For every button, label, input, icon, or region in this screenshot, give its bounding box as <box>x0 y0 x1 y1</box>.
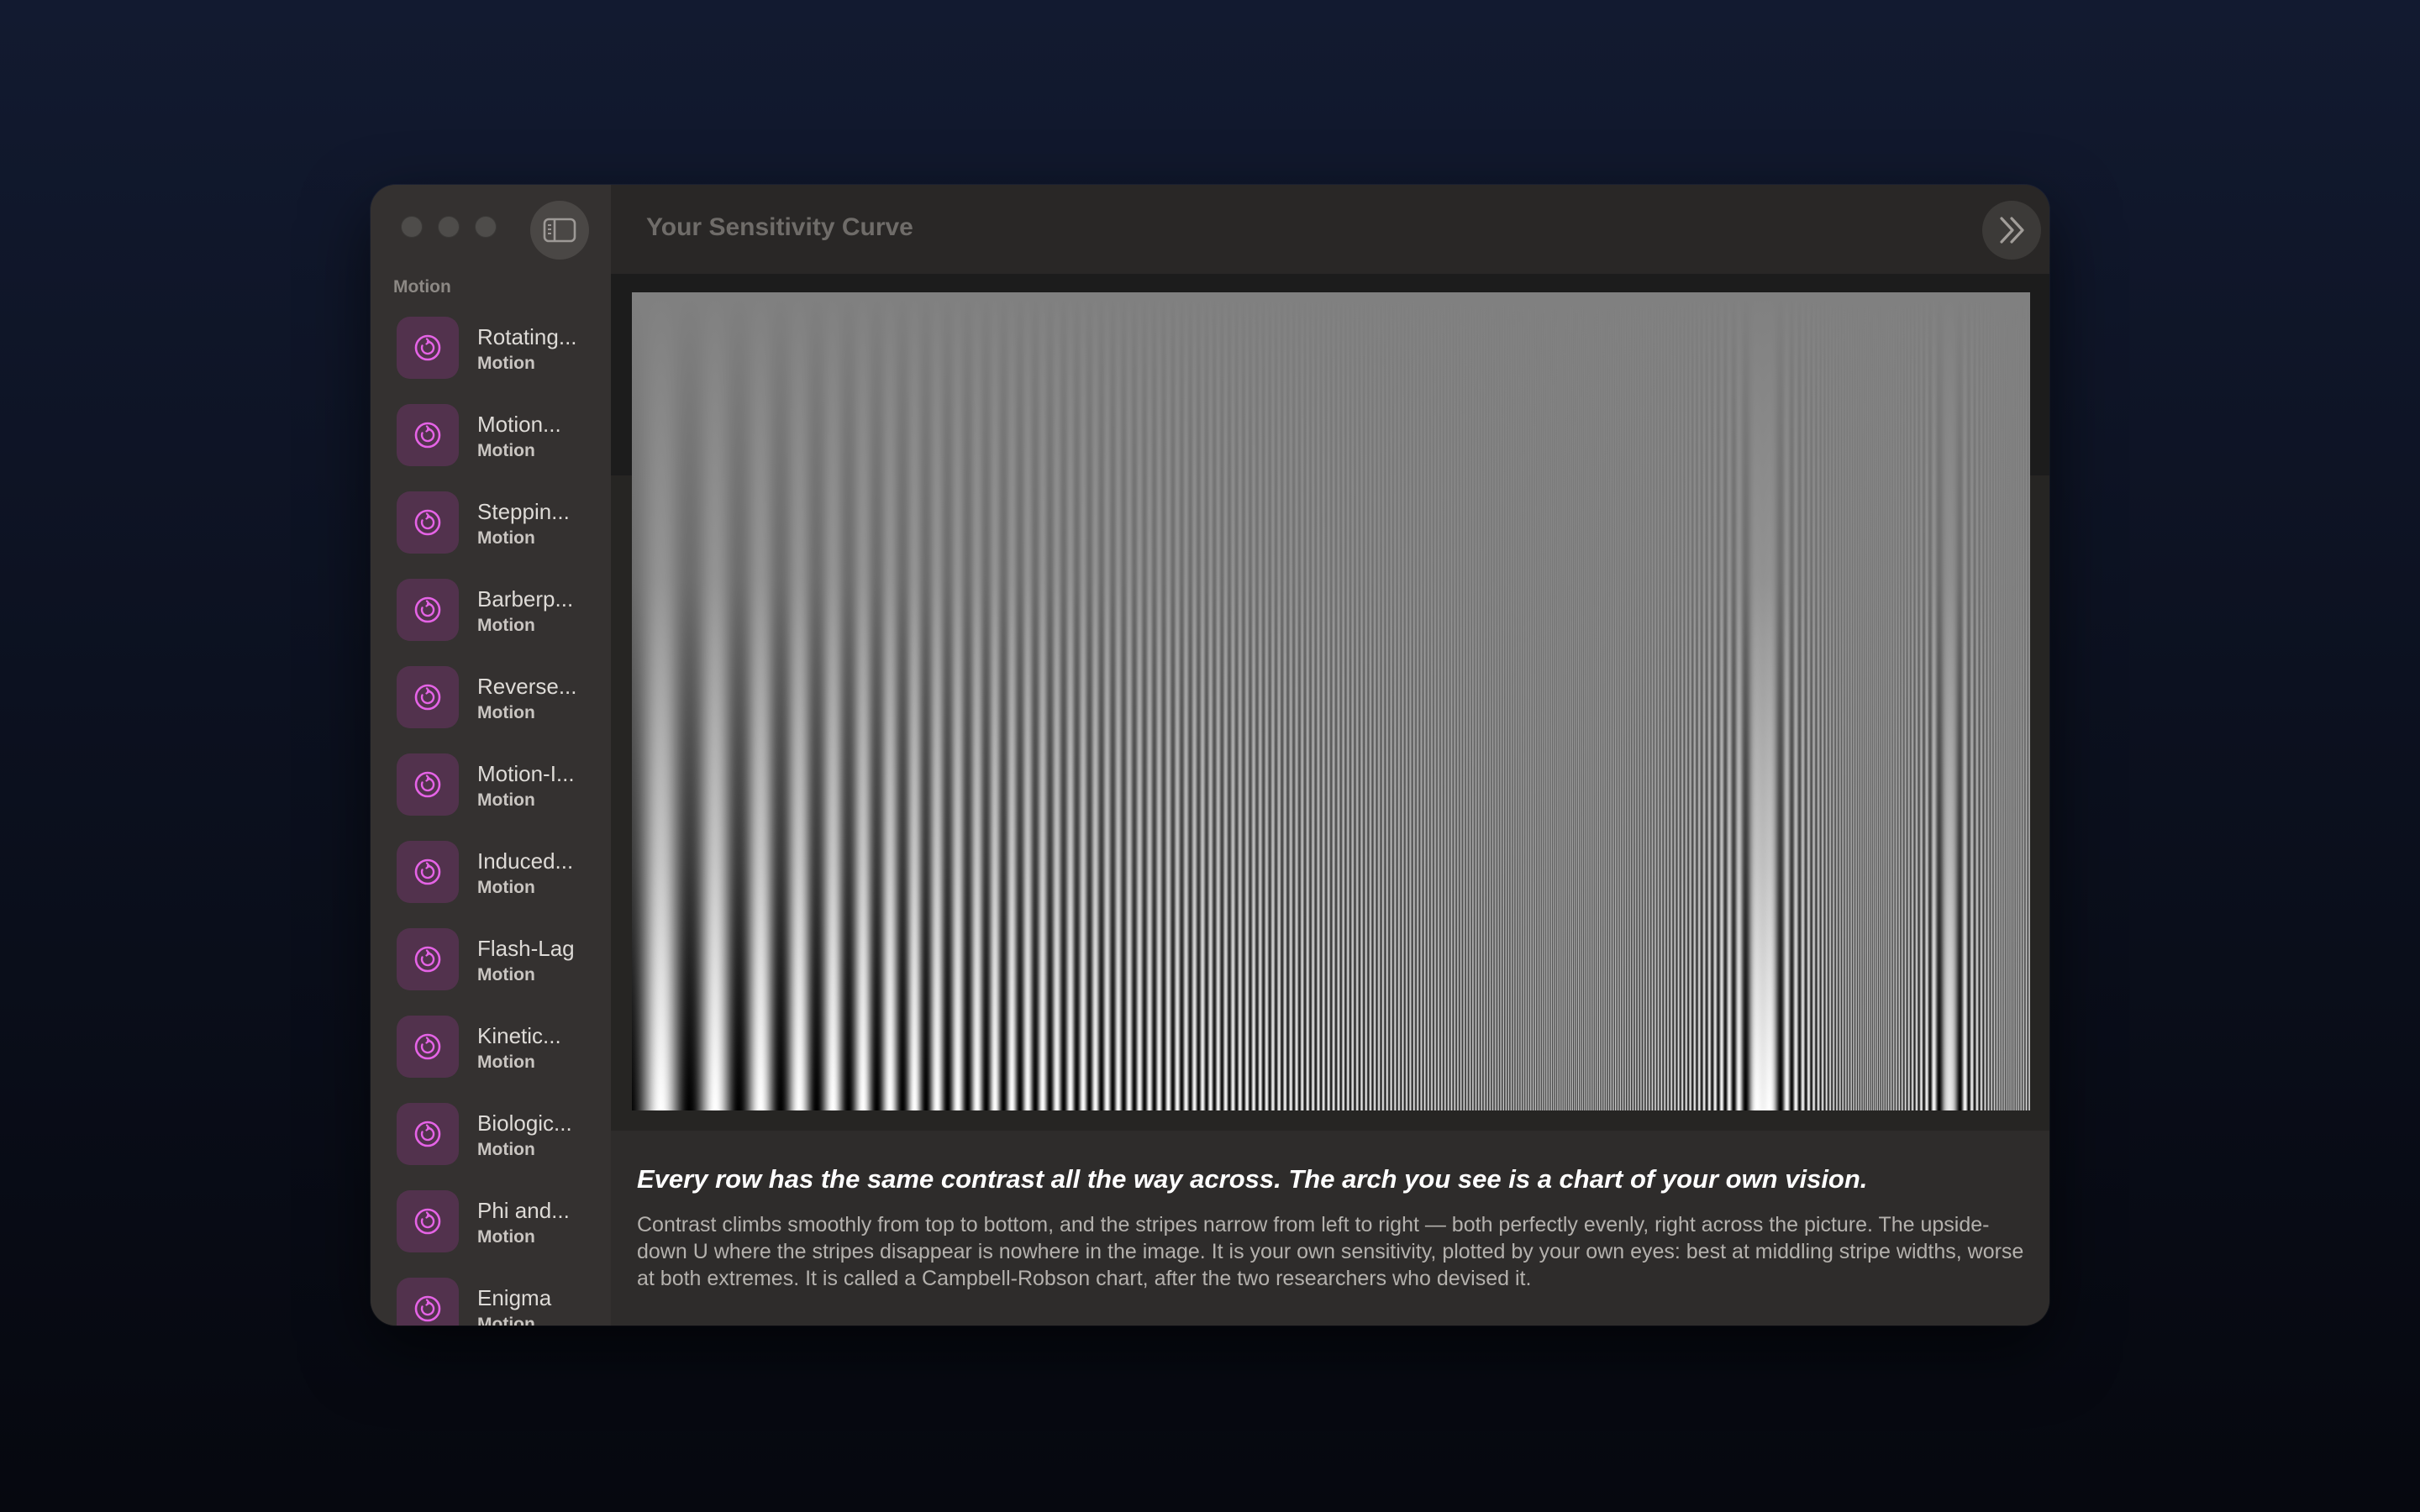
sidebar-item-subtitle: Motion <box>477 790 535 810</box>
rotate-icon <box>397 491 459 554</box>
sidebar-item[interactable]: Enigma Motion <box>371 1272 611 1326</box>
sidebar-item[interactable]: Motion-I... Motion <box>371 748 611 835</box>
sidebar-item[interactable]: Kinetic... Motion <box>371 1010 611 1097</box>
explanation-headline: Every row has the same contrast all the … <box>637 1164 1868 1194</box>
sidebar-icon <box>543 218 576 243</box>
rotate-icon <box>397 841 459 903</box>
sidebar-item-subtitle: Motion <box>477 616 535 635</box>
explanation-body: Contrast climbs smoothly from top to bot… <box>637 1213 2024 1290</box>
app-window: Motion Rotating... Motion Motion... Motion S… <box>371 185 2049 1326</box>
sidebar-toggle-button[interactable] <box>530 201 589 260</box>
sidebar-item-subtitle: Motion <box>477 441 535 460</box>
sidebar-item-title: Reverse... <box>477 674 577 699</box>
sidebar-item[interactable]: Barberp... Motion <box>371 573 611 660</box>
rotate-icon <box>397 928 459 990</box>
sidebar-item-title: Motion-I... <box>477 761 575 786</box>
campbell-robson-chart <box>632 292 2030 1110</box>
sidebar-item[interactable]: Steppin... Motion <box>371 486 611 573</box>
sidebar-item-subtitle: Motion <box>477 965 535 984</box>
rotate-icon <box>397 1103 459 1165</box>
sidebar-item-title: Kinetic... <box>477 1023 561 1048</box>
sidebar-item[interactable]: Induced... Motion <box>371 835 611 922</box>
sidebar-item-title: Induced... <box>477 848 574 874</box>
sidebar-section-label: Motion <box>393 277 451 297</box>
rotate-icon <box>397 753 459 816</box>
sidebar-item-subtitle: Motion <box>477 878 535 897</box>
sidebar: Motion Rotating... Motion Motion... Motion S… <box>371 185 611 1326</box>
close-window-button[interactable] <box>401 216 423 238</box>
rotate-icon <box>397 666 459 728</box>
sidebar-item-subtitle: Motion <box>477 1227 535 1247</box>
sidebar-item-subtitle: Motion <box>477 1315 535 1326</box>
rotate-icon <box>397 317 459 379</box>
sidebar-item[interactable]: Flash-Lag Motion <box>371 922 611 1010</box>
next-button[interactable] <box>1982 201 2041 260</box>
sidebar-item-title: Motion... <box>477 412 561 437</box>
zoom-window-button[interactable] <box>475 216 497 238</box>
chevron-double-right-icon <box>2000 217 2024 244</box>
sidebar-item-title: Barberp... <box>477 586 574 612</box>
sidebar-item[interactable]: Phi and... Motion <box>371 1184 611 1272</box>
sidebar-item-subtitle: Motion <box>477 528 535 548</box>
sidebar-item-title: Phi and... <box>477 1198 570 1223</box>
rotate-icon <box>397 1278 459 1326</box>
sidebar-item-title: Enigma <box>477 1285 552 1310</box>
sidebar-item-title: Flash-Lag <box>477 936 575 961</box>
minimize-window-button[interactable] <box>438 216 460 238</box>
rotate-icon <box>397 404 459 466</box>
sidebar-item-subtitle: Motion <box>477 1053 535 1072</box>
sidebar-item-subtitle: Motion <box>477 703 535 722</box>
sidebar-item[interactable]: Rotating... Motion <box>371 311 611 398</box>
page-title: Your Sensitivity Curve <box>646 213 913 241</box>
sidebar-item[interactable]: Biologic... Motion <box>371 1097 611 1184</box>
rotate-icon <box>397 1016 459 1078</box>
window-controls <box>401 216 497 238</box>
rotate-icon <box>397 579 459 641</box>
rotate-icon <box>397 1190 459 1252</box>
sidebar-item[interactable]: Motion... Motion <box>371 398 611 486</box>
sidebar-item-title: Biologic... <box>477 1110 572 1136</box>
sidebar-item[interactable]: Reverse... Motion <box>371 660 611 748</box>
sidebar-item-subtitle: Motion <box>477 1140 535 1159</box>
toolbar: Your Sensitivity Curve <box>611 185 2049 274</box>
sidebar-item-subtitle: Motion <box>477 354 535 373</box>
explanation-panel: Every row has the same contrast all the … <box>611 1131 2049 1326</box>
sidebar-item-title: Rotating... <box>477 324 577 349</box>
sidebar-item-title: Steppin... <box>477 499 570 524</box>
